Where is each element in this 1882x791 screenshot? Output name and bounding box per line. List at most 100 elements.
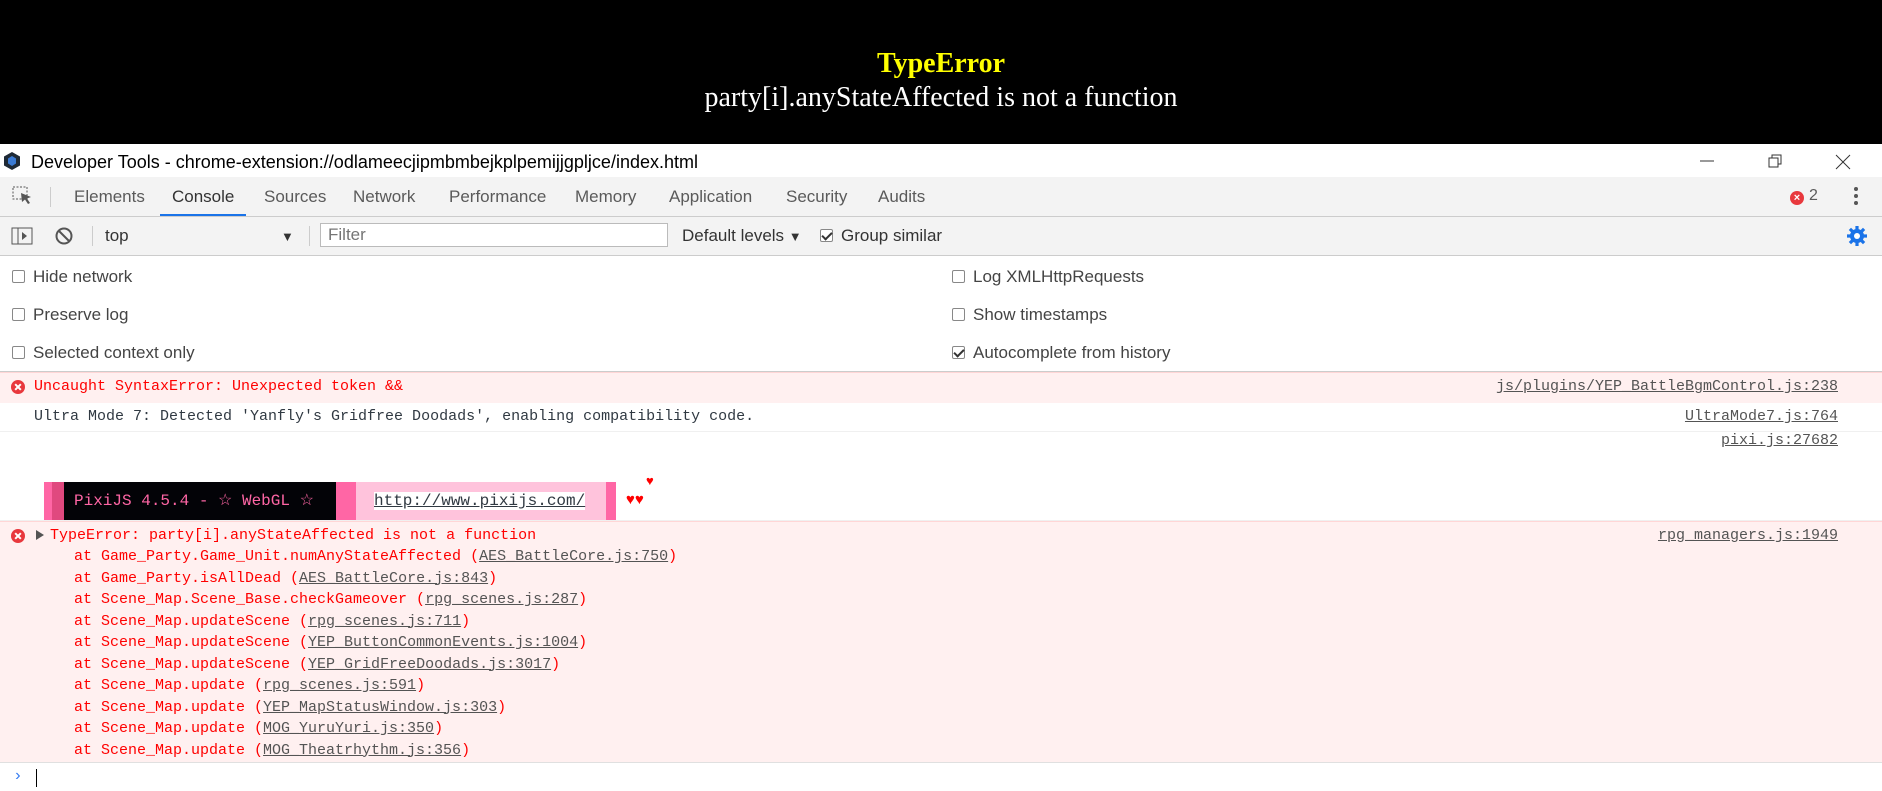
pixi-banner-stripe [336,482,356,520]
hide-network-checkbox[interactable] [12,270,25,283]
stack-frame-link[interactable]: MOG_YuruYuri.js:350 [263,720,434,737]
stack-frame-text: at Scene_Map.updateScene ( [74,634,309,651]
stack-frame-link[interactable]: YEP_GridFreeDoodads.js:3017 [308,656,551,673]
more-options-icon[interactable] [1850,185,1862,207]
tab-sources[interactable]: Sources [264,177,326,216]
message-source-link[interactable]: js/plugins/YEP_BattleBgmControl.js:238 [1496,378,1838,395]
hide-network-option[interactable]: Hide network [12,267,132,287]
clear-console-icon[interactable] [55,227,73,245]
log-levels-label: Default levels [682,226,785,245]
game-error-title: TypeError [876,48,1006,79]
console-prompt[interactable]: › [0,762,1882,791]
stack-frame: at Scene_Map.updateScene (rpg_scenes.js:… [74,613,470,630]
inspect-element-icon[interactable] [12,186,34,206]
log-xhr-checkbox[interactable] [952,270,965,283]
stack-frame: at Game_Party.Game_Unit.numAnyStateAffec… [74,548,677,565]
tab-elements[interactable]: Elements [74,177,145,216]
close-button[interactable] [1820,144,1866,177]
show-timestamps-option[interactable]: Show timestamps [952,305,1107,325]
log-xhr-label: Log XMLHttpRequests [973,267,1145,286]
pixi-url-link[interactable]: http://www.pixijs.com/ [374,492,586,510]
group-similar-label: Group similar [841,226,943,245]
devtools-app-icon [4,152,20,170]
toolbar-separator [309,226,310,246]
stack-frame-link[interactable]: AES_BattleCore.js:843 [299,570,488,587]
game-error-screen: TypeError party[i].anyStateAffected is n… [0,0,1882,144]
filter-input[interactable] [320,223,668,247]
stack-frame-link[interactable]: YEP_ButtonCommonEvents.js:1004 [308,634,578,651]
stack-frame-link[interactable]: YEP_MapStatusWindow.js:303 [263,699,497,716]
tab-memory[interactable]: Memory [575,177,636,216]
tab-network[interactable]: Network [353,177,415,216]
tab-security[interactable]: Security [786,177,847,216]
stack-frame-text: ) [497,698,507,716]
pixi-banner-stripe [52,482,64,520]
preserve-log-option[interactable]: Preserve log [12,305,128,325]
selected-context-checkbox[interactable] [12,346,25,359]
stack-frame-text: at Game_Party.isAllDead ( [74,569,300,587]
group-similar-check[interactable] [820,229,833,242]
pixi-banner-stripe [606,482,616,520]
stack-frame: at Game_Party.isAllDead (AES_BattleCore.… [74,570,497,587]
stack-frame-text: at Scene_Map.update ( [74,741,264,759]
stack-frame-link[interactable]: rpg_scenes.js:287 [425,591,578,608]
gear-icon[interactable] [1846,225,1868,247]
stack-frame-link[interactable]: AES_BattleCore.js:750 [479,548,668,565]
window-title: Developer Tools - chrome-extension://odl… [31,152,698,172]
autocomplete-option[interactable]: Autocomplete from history [952,343,1170,363]
group-similar-checkbox[interactable]: Group similar [820,226,942,246]
message-source-link[interactable]: pixi.js:27682 [1721,432,1838,449]
context-selector[interactable]: top [105,226,295,246]
preserve-log-checkbox[interactable] [12,308,25,321]
autocomplete-checkbox[interactable] [952,346,965,359]
tab-console[interactable]: Console [160,177,247,216]
error-count-badge[interactable]: × 2 [1790,187,1818,205]
devtools-tabbar: Elements Console Sources Network Perform… [0,177,1882,217]
devtools-titlebar: Developer Tools - chrome-extension://odl… [0,144,1882,177]
stack-frame-text: at Scene_Map.update ( [74,677,264,694]
stack-frame-link[interactable]: MOG_Theatrhythm.js:356 [263,742,461,759]
log-xhr-option[interactable]: Log XMLHttpRequests [952,267,1144,287]
console-message-error-expanded: TypeError: party[i].anyStateAffected is … [0,521,1882,764]
show-timestamps-label: Show timestamps [973,305,1108,324]
close-icon [1835,154,1851,170]
restore-button[interactable] [1752,144,1798,177]
pixi-banner-stripe [44,482,52,520]
stack-frame-text: at Scene_Map.updateScene ( [74,612,309,630]
tab-application[interactable]: Application [669,177,752,216]
levels-dropdown-icon: ▼ [788,229,802,244]
toolbar-separator [92,226,93,246]
pixi-banner-url-box: http://www.pixijs.com/ [356,482,606,520]
expand-triangle-icon[interactable] [36,530,44,540]
message-text: TypeError: party[i].anyStateAffected is … [50,527,537,544]
stack-frame-text: ) [668,548,678,565]
console-settings-panel: Hide network Preserve log Selected conte… [0,256,1882,372]
preserve-log-label: Preserve log [33,305,129,324]
stack-frame-link[interactable]: rpg_scenes.js:711 [308,613,461,630]
message-source-link[interactable]: rpg_managers.js:1949 [1658,527,1838,544]
tab-audits[interactable]: Audits [878,177,925,216]
message-text: Ultra Mode 7: Detected 'Yanfly's Gridfre… [34,408,755,425]
hearts-icon: ♥♥ [626,492,645,509]
stack-frame-link[interactable]: rpg_scenes.js:591 [263,677,416,694]
stack-frame: at Scene_Map.updateScene (YEP_GridFreeDo… [74,656,560,673]
message-text: Uncaught SyntaxError: Unexpected token &… [34,378,404,395]
message-source-link[interactable]: UltraMode7.js:764 [1685,408,1838,425]
text-caret [36,769,37,787]
show-timestamps-checkbox[interactable] [952,308,965,321]
tab-performance[interactable]: Performance [449,177,546,216]
console-message-log: Ultra Mode 7: Detected 'Yanfly's Gridfre… [0,403,1882,432]
tab-separator [50,187,51,207]
game-error-message: party[i].anyStateAffected is not a funct… [704,82,1178,113]
error-icon: × [1790,191,1804,205]
autocomplete-label: Autocomplete from history [973,343,1171,362]
stack-frame-text: ) [488,569,498,587]
stack-frame: at Scene_Map.update (MOG_YuruYuri.js:350… [74,720,443,737]
log-levels-dropdown[interactable]: Default levels ▼ [682,226,802,246]
show-sidebar-icon[interactable] [11,227,33,245]
selected-context-option[interactable]: Selected context only [12,343,195,363]
context-dropdown-icon[interactable]: ▼ [281,229,294,244]
minimize-button[interactable] [1684,144,1730,177]
selected-context-label: Selected context only [33,343,195,362]
stack-frame-text: at Game_Party.Game_Unit.numAnyStateAffec… [74,548,480,565]
